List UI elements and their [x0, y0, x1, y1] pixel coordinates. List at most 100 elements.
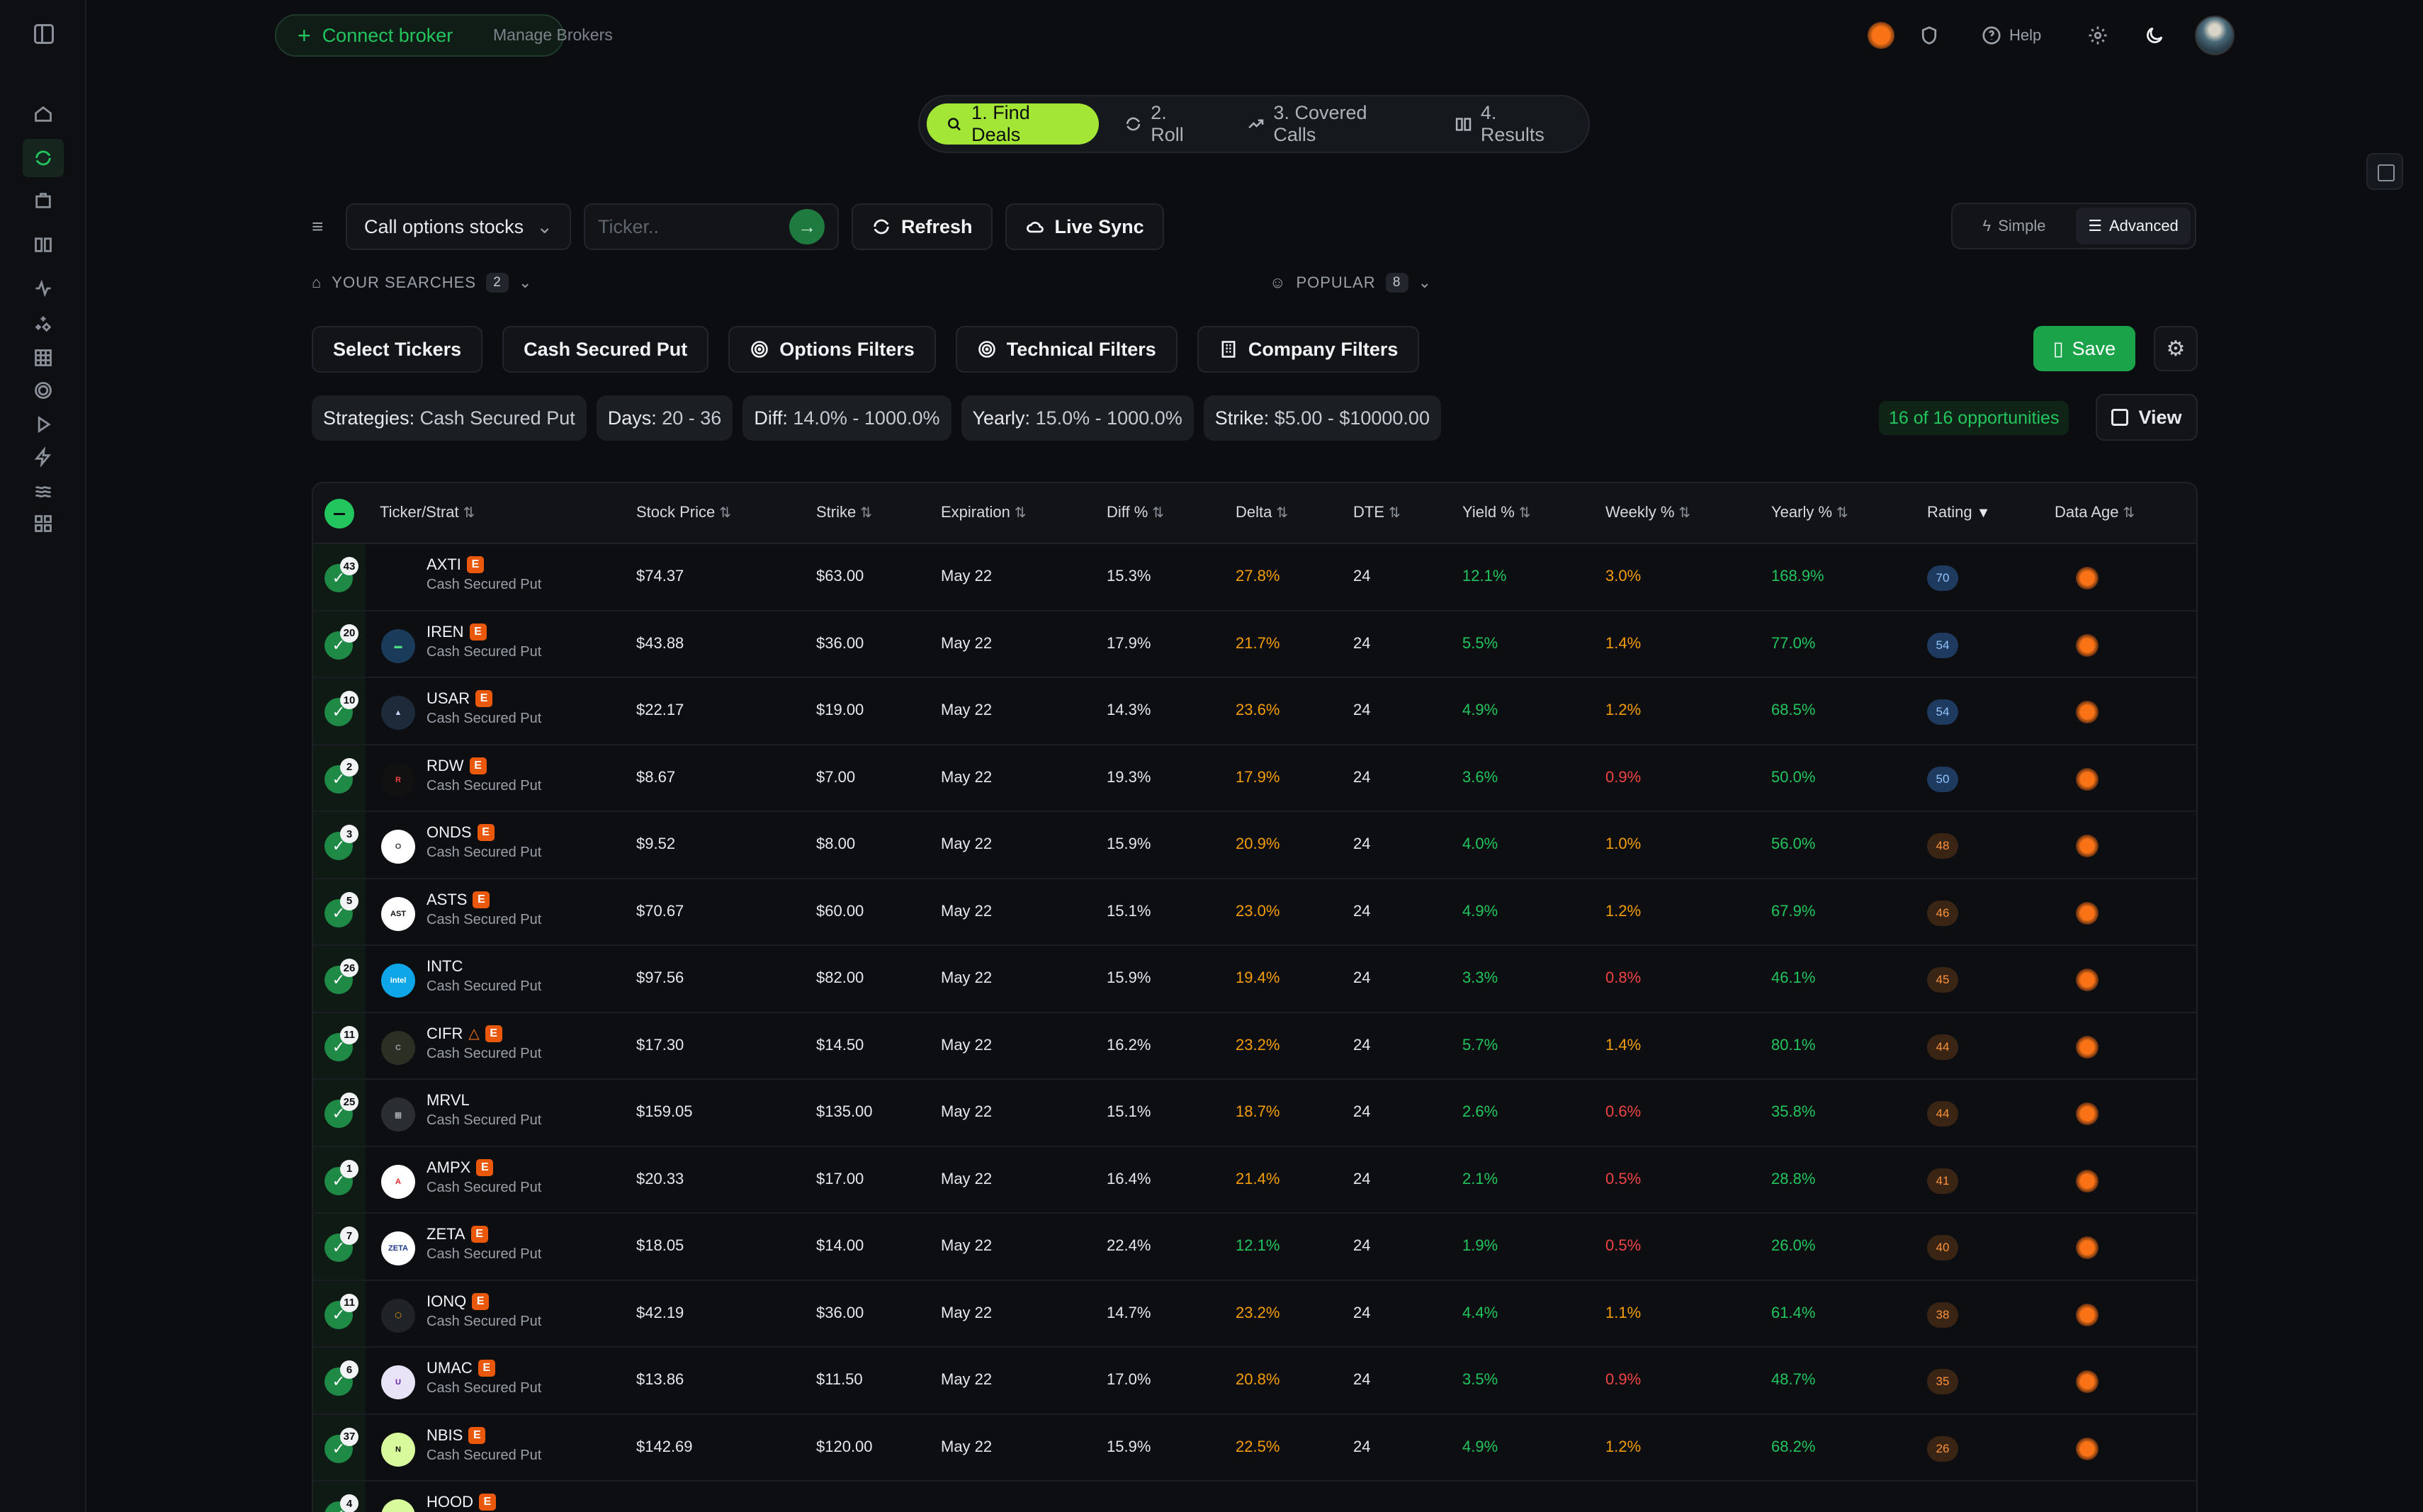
filter-chip[interactable]: Strategies: Cash Secured Put: [312, 395, 587, 441]
ticker-name[interactable]: ASTS E: [427, 891, 490, 909]
filter-chip[interactable]: Strike: $5.00 - $10000.00: [1203, 395, 1441, 441]
tab-cash-secured-put[interactable]: Cash Secured Put: [502, 326, 709, 373]
row-checkbox[interactable]: ✓ 11: [324, 1293, 358, 1329]
row-checkbox[interactable]: ✓ 25: [324, 1093, 358, 1128]
col-yearly[interactable]: Yearly % ⇅: [1771, 503, 1848, 521]
refresh-button[interactable]: Refresh: [852, 203, 993, 250]
table-row[interactable]: ✓ 26 intel INTC Cash Secured Put $97.56 $82.00…: [313, 946, 2196, 1013]
book-icon[interactable]: [31, 232, 55, 256]
tab-company-filters[interactable]: Company Filters: [1197, 326, 1420, 373]
ticker-name[interactable]: INTC: [427, 957, 463, 976]
row-checkbox[interactable]: ✓ 6: [324, 1360, 358, 1396]
col-strike[interactable]: Strike ⇅: [816, 503, 872, 521]
table-row[interactable]: ✓ 37 N NBIS E Cash Secured Put $142.69 $120.00 M…: [313, 1415, 2196, 1482]
filter-icon[interactable]: ≡: [312, 215, 333, 238]
table-row[interactable]: ✓ 6 U UMAC E Cash Secured Put $13.86 $11.50 May …: [313, 1348, 2196, 1415]
ticker-name[interactable]: ZETA E: [427, 1225, 488, 1243]
filter-chip[interactable]: Yearly: 15.0% - 1000.0%: [961, 395, 1194, 441]
ticker-name[interactable]: NBIS E: [427, 1426, 486, 1445]
step-covered-calls[interactable]: 3. Covered Calls: [1229, 102, 1428, 145]
table-row[interactable]: ✓ 1 A AMPX E Cash Secured Put $20.33 $17.00 May …: [313, 1147, 2196, 1214]
table-row[interactable]: ✓ 3 O ONDS E Cash Secured Put $9.52 $8.00 May 22…: [313, 812, 2196, 879]
tab-select-tickers[interactable]: Select Tickers: [312, 326, 483, 373]
live-sync-button[interactable]: Live Sync: [1005, 203, 1164, 250]
row-checkbox[interactable]: ✓ 3: [324, 825, 358, 860]
user-avatar[interactable]: [2195, 13, 2235, 58]
help-button[interactable]: Help: [1981, 13, 2041, 58]
col-price[interactable]: Stock Price ⇅: [636, 503, 731, 521]
table-row[interactable]: ✓ 43 AXTI E Cash Secured Put $74.37 $63.00 May …: [313, 544, 2196, 611]
panel-toggle-icon[interactable]: [2366, 153, 2403, 190]
ticker-name[interactable]: UMAC E: [427, 1359, 495, 1377]
ticker-name[interactable]: HOOD E: [427, 1493, 496, 1511]
row-checkbox[interactable]: ✓ 10: [324, 691, 358, 726]
settings-gear-icon[interactable]: [2087, 13, 2108, 58]
briefcase-icon[interactable]: [31, 188, 55, 213]
ticker-input[interactable]: Ticker.. →: [584, 203, 839, 250]
save-button[interactable]: ▯ Save: [2033, 326, 2135, 371]
sidebar-collapse-icon[interactable]: [34, 24, 54, 44]
step-roll[interactable]: 2. Roll: [1106, 102, 1221, 145]
popular-searches-toggle[interactable]: ☺ POPULAR 8 ⌄: [1270, 271, 1432, 295]
moon-icon[interactable]: [2144, 13, 2165, 58]
table-row[interactable]: ✓ 5 AST ASTS E Cash Secured Put $70.67 $60.00 Ma…: [313, 879, 2196, 946]
table-row[interactable]: ✓ 7 ZETA ZETA E Cash Secured Put $18.05 $14.00 M…: [313, 1214, 2196, 1281]
col-ticker[interactable]: Ticker/Strat ⇅: [380, 503, 475, 521]
apps-icon[interactable]: [31, 512, 55, 536]
row-checkbox[interactable]: ✓4: [324, 1494, 358, 1512]
row-checkbox[interactable]: ✓ 5: [324, 891, 358, 927]
ticker-name[interactable]: CIFR △ E: [427, 1025, 502, 1043]
market-status-indicator[interactable]: [1868, 13, 1894, 58]
ticker-name[interactable]: USAR E: [427, 689, 493, 708]
row-checkbox[interactable]: ✓ 20: [324, 624, 358, 660]
col-delta[interactable]: Delta ⇅: [1236, 503, 1288, 521]
table-row[interactable]: ✓ 11 C CIFR △ E Cash Secured Put $17.30 $14.50 Ma…: [313, 1013, 2196, 1080]
arrow-right-icon[interactable]: →: [789, 209, 825, 244]
refresh-icon[interactable]: [23, 139, 64, 177]
mode-advanced[interactable]: ☰ Advanced: [2076, 208, 2191, 244]
manage-brokers-link[interactable]: Manage Brokers: [493, 26, 613, 45]
view-button[interactable]: View: [2096, 394, 2198, 441]
ticker-name[interactable]: AXTI E: [427, 555, 484, 574]
select-all-checkbox[interactable]: [324, 499, 354, 529]
col-rating[interactable]: Rating ▼: [1927, 503, 1990, 521]
col-dte[interactable]: DTE ⇅: [1353, 503, 1401, 521]
col-data-age[interactable]: Data Age ⇅: [2055, 503, 2135, 521]
row-checkbox[interactable]: ✓ 2: [324, 757, 358, 794]
your-searches-toggle[interactable]: ⌂ YOUR SEARCHES 2 ⌄: [312, 271, 532, 295]
filter-chip[interactable]: Diff: 14.0% - 1000.0%: [742, 395, 951, 441]
tab-options-filters[interactable]: Options Filters: [728, 326, 936, 373]
ticker-name[interactable]: IREN E: [427, 623, 487, 641]
play-icon[interactable]: [31, 412, 55, 436]
table-row[interactable]: ✓ 20 ▬ IREN E Cash Secured Put $43.88 $36.00 May…: [313, 611, 2196, 678]
row-checkbox[interactable]: ✓ 26: [324, 959, 358, 994]
row-checkbox[interactable]: ✓ 43: [324, 557, 358, 592]
col-expiration[interactable]: Expiration ⇅: [941, 503, 1027, 521]
row-checkbox[interactable]: ✓ 37: [324, 1427, 358, 1463]
col-diff[interactable]: Diff % ⇅: [1107, 503, 1164, 521]
home-icon[interactable]: [31, 102, 55, 126]
ticker-name[interactable]: RDW E: [427, 757, 487, 775]
row-checkbox[interactable]: ✓ 11: [324, 1025, 358, 1061]
table-row[interactable]: ✓ 2 R RDW E Cash Secured Put $8.67 $7.00 May 22 1…: [313, 745, 2196, 812]
step-find-deals[interactable]: 1. Find Deals: [927, 102, 1100, 145]
strategy-select[interactable]: Call options stocks ⌄: [346, 203, 571, 250]
table-row[interactable]: ✓4 H HOOD E: [313, 1482, 2196, 1512]
ticker-name[interactable]: IONQ E: [427, 1292, 490, 1311]
tab-technical-filters[interactable]: Technical Filters: [955, 326, 1177, 373]
row-checkbox[interactable]: ✓ 1: [324, 1159, 358, 1195]
ticker-name[interactable]: MRVL: [427, 1091, 470, 1110]
mode-simple[interactable]: ϟ Simple: [1957, 208, 2072, 244]
grid-icon[interactable]: [31, 346, 55, 370]
activity-icon[interactable]: [31, 276, 55, 300]
shield-icon[interactable]: [1919, 13, 1940, 58]
table-row[interactable]: ✓ 10 ▲ USAR E Cash Secured Put $22.17 $19.00 May…: [313, 678, 2196, 745]
ticker-name[interactable]: ONDS E: [427, 823, 495, 842]
table-row[interactable]: ✓ 11 ⬡ IONQ E Cash Secured Put $42.19 $36.00 May…: [313, 1281, 2196, 1348]
filter-chip[interactable]: Days: 20 - 36: [596, 395, 733, 441]
target-icon[interactable]: [31, 378, 55, 402]
sparkles-icon[interactable]: [31, 312, 55, 336]
step-results[interactable]: 4. Results: [1436, 102, 1581, 145]
filter-settings-gear-icon[interactable]: ⚙: [2154, 326, 2198, 371]
zap-icon[interactable]: [31, 445, 55, 469]
